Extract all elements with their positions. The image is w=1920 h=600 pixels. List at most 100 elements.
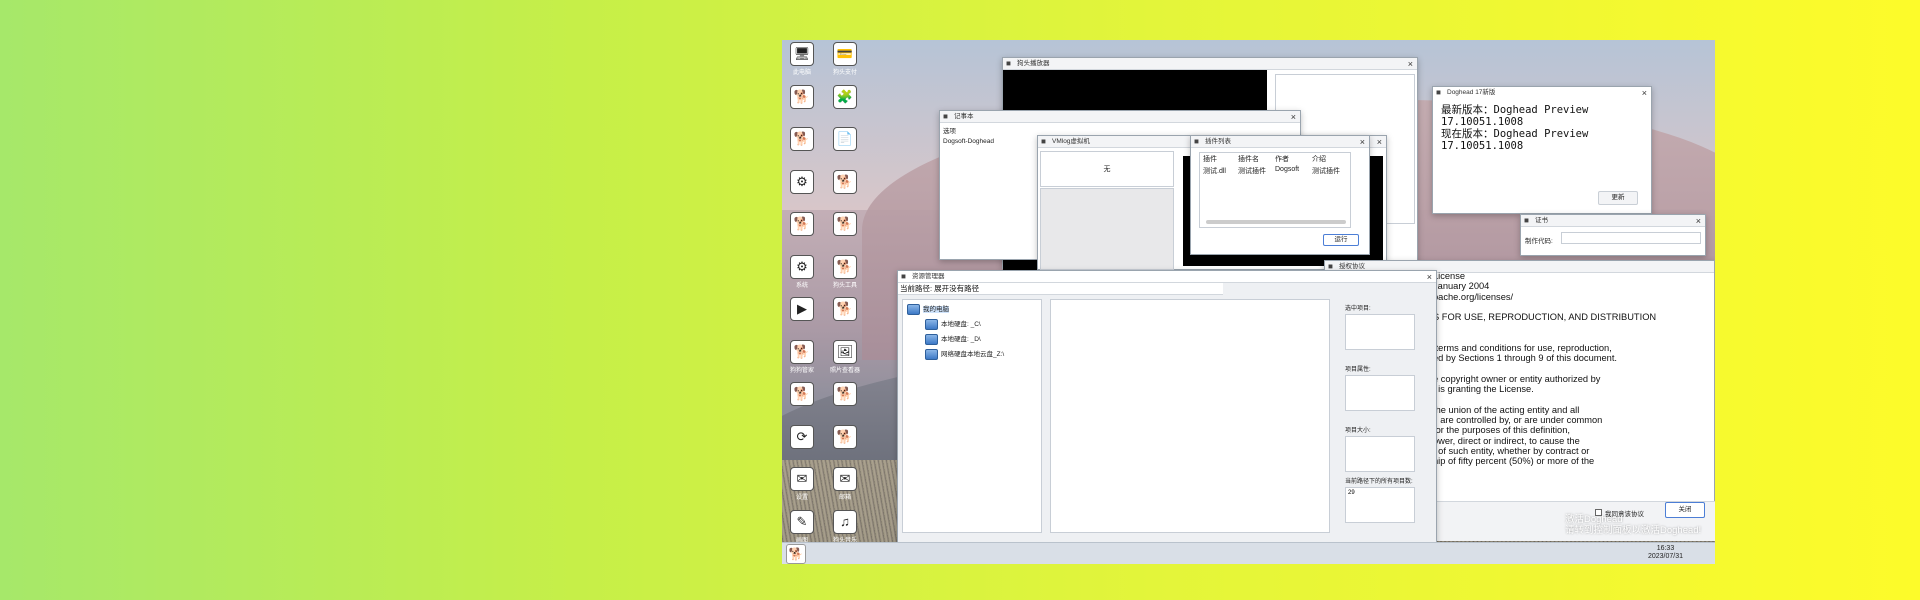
eula-line: License	[1433, 271, 1466, 281]
title-bar[interactable]: 记事本 ×	[940, 111, 1300, 123]
desktop-icon[interactable]: 📄	[826, 127, 864, 152]
count-label: 当前路径下的所有项目数:	[1345, 479, 1413, 485]
start-button[interactable]: 🐕	[786, 544, 806, 564]
desktop-screen: 🖥 此电脑 💳 狗头支付 🐕 🧩 🐕 📄 ⚙ 🐕 🐕 🐕 ⚙ 系统 🐕 狗头工具 ▶ 🐕 🐕 狗狗管家 🖼 照片查看器 🐕 🐕…	[782, 40, 1715, 564]
col-header[interactable]: 作者	[1275, 154, 1312, 164]
latest-version-label: 最新版本：Doghead Preview	[1441, 104, 1589, 116]
desktop-icon[interactable]: 🖼 照片查看器	[826, 339, 864, 374]
eula-line: l, are controlled by, or are under commo…	[1433, 415, 1603, 426]
plugins-table[interactable]: 插件 插件名 作者 介绍 测试.dll 测试插件 Dogsoft 测试插件	[1199, 152, 1351, 228]
tree-item[interactable]: 本地硬盘: _C\	[925, 317, 1037, 332]
close-icon[interactable]: ×	[1377, 136, 1382, 148]
update-button[interactable]: 更新	[1598, 191, 1638, 205]
desktop-icon-label: 照片查看器	[829, 367, 860, 374]
app-icon: 🐕	[833, 212, 857, 236]
col-header[interactable]: 介绍	[1312, 154, 1347, 164]
title-bar[interactable]: 插件列表 ×	[1191, 136, 1369, 148]
tree-item[interactable]: 本地硬盘: _D\	[925, 332, 1037, 347]
col-header[interactable]: 插件名	[1238, 154, 1275, 164]
desktop-icon[interactable]: 🐕	[826, 297, 864, 322]
tree-item-label: 网络硬盘本地云盘_Z:\	[941, 351, 1005, 358]
app-icon: 🐕	[790, 127, 814, 151]
close-icon[interactable]: ×	[1427, 271, 1432, 283]
close-icon[interactable]: ×	[1642, 87, 1647, 99]
activation-watermark: 激活Doghead 请转到控制面板以激活Doghead!	[1565, 514, 1701, 536]
run-button[interactable]: 运行	[1323, 234, 1359, 246]
current-path: 当前路径: 展开没有路径	[900, 284, 980, 293]
desktop-icon-label: 系统	[795, 282, 808, 289]
app-icon: ▶	[790, 297, 814, 321]
tree-item[interactable]: 网络硬盘本地云盘_Z:\	[925, 347, 1037, 362]
col-header[interactable]: 插件	[1203, 154, 1238, 164]
desktop-icon[interactable]: ⟳	[783, 424, 821, 450]
eula-text[interactable]: License January 2004 pache.org/licenses/S …	[1433, 271, 1656, 467]
desktop-icon[interactable]: 🐕	[783, 84, 821, 110]
desktop-icon[interactable]: 💳 狗头支付	[826, 42, 864, 76]
title-bar[interactable]: 狗头播放器 ×	[1003, 58, 1417, 70]
latest-version: 17.10051.1008	[1441, 116, 1524, 128]
eula-line: January 2004	[1433, 281, 1490, 292]
eula-line	[1433, 395, 1656, 405]
size-box	[1345, 436, 1415, 472]
desktop-icon[interactable]: 🧩	[826, 84, 864, 110]
close-icon[interactable]: ×	[1408, 58, 1413, 70]
content-pane[interactable]	[1050, 299, 1330, 533]
close-icon[interactable]: ×	[1360, 136, 1365, 148]
desktop-icon[interactable]: 🐕	[783, 212, 821, 237]
window-title: 证书	[1535, 217, 1548, 224]
drive-icon	[925, 334, 938, 345]
key-input[interactable]	[1561, 232, 1701, 244]
window-title: 插件列表	[1205, 138, 1231, 145]
desktop-icon[interactable]: 🐕	[826, 212, 864, 237]
desktop-icon[interactable]: 🐕 狗头工具	[826, 254, 864, 289]
desktop-icon[interactable]: ⚙	[783, 169, 821, 195]
desktop-icon[interactable]: ⚙ 系统	[783, 254, 821, 289]
desktop-icon[interactable]: 🐕	[783, 382, 821, 407]
folder-tree[interactable]: 我的电脑 本地硬盘: _C\ 本地硬盘: _D\ 网络硬盘本地云盘_Z:\	[907, 302, 1037, 362]
clock-date: 2023/07/31	[1647, 553, 1683, 560]
desktop-icon[interactable]: ♫ 狗头音乐	[826, 509, 864, 544]
info-pane: 选中项目: 项目属性: 项目大小: 当前路径下的所有项目数: 29	[1343, 299, 1428, 539]
license-key-window[interactable]: 证书 × 制作代码:	[1520, 214, 1706, 256]
window-title: VMlog虚拟机	[1052, 138, 1090, 145]
close-icon[interactable]: ×	[1291, 111, 1296, 123]
eula-line: S FOR USE, REPRODUCTION, AND DISTRIBUTIO…	[1433, 312, 1657, 323]
app-icon: ✉	[833, 467, 857, 491]
app-icon: ✉	[790, 467, 814, 491]
desktop-icon[interactable]: ✉ 设置	[783, 467, 821, 501]
eula-line: t is granting the License.	[1433, 384, 1534, 395]
updater-window[interactable]: Doghead 17新版 × 最新版本：Doghead Preview 17.10…	[1432, 86, 1652, 214]
clock[interactable]: 16:33 2023/07/31	[1648, 545, 1683, 561]
desktop-icon[interactable]: ▶	[783, 297, 821, 322]
activation-line-1: 激活Doghead	[1565, 514, 1623, 525]
clock-time: 16:33	[1656, 545, 1675, 552]
file-manager-window[interactable]: 资源管理器 × 当前路径: 展开没有路径 我的电脑本地硬盘: _C\ 本地硬盘: _…	[897, 270, 1437, 554]
selected-box	[1345, 314, 1415, 350]
eula-line: hip of fifty percent (50%) or more of th…	[1433, 456, 1595, 467]
title-bar[interactable]: Doghead 17新版 ×	[1433, 87, 1651, 99]
eula-line	[1433, 333, 1656, 343]
app-icon: 🐕	[833, 382, 857, 406]
tree-pane[interactable]: 我的电脑 本地硬盘: _C\ 本地硬盘: _D\ 网络硬盘本地云盘_Z:\	[902, 299, 1042, 533]
close-icon[interactable]: ×	[1696, 215, 1701, 227]
desktop-icon[interactable]: 🐕	[826, 169, 864, 195]
eula-line: for the purposes of this definition,	[1433, 425, 1570, 436]
key-field-label: 制作代码:	[1525, 238, 1553, 245]
vmlog-status-box: 无	[1040, 151, 1174, 187]
horizontal-scrollbar[interactable]	[1206, 220, 1346, 224]
desktop-icon[interactable]: 🐕	[826, 424, 864, 450]
desktop-icon[interactable]: 🐕 狗狗管家	[783, 339, 821, 374]
desktop-icon[interactable]: ✉ 邮箱	[826, 467, 864, 501]
desktop-icon[interactable]: 🐕	[783, 127, 821, 152]
plugins-window[interactable]: 插件列表 × 插件 插件名 作者 介绍 测试.dll 测试插件 Dogsoft 测…	[1190, 135, 1370, 255]
desktop-icon[interactable]: 🖥 此电脑	[783, 42, 821, 76]
title-bar[interactable]: 证书 ×	[1521, 215, 1705, 227]
table-row[interactable]: 测试.dll 测试插件 Dogsoft 测试插件	[1200, 165, 1350, 177]
app-icon: ⚙	[790, 254, 814, 279]
title-bar[interactable]: 资源管理器 ×	[898, 271, 1436, 283]
selected-label: 选中项目:	[1345, 306, 1371, 312]
tree-item[interactable]: 我的电脑	[907, 302, 1037, 317]
app-icon: 🐕	[833, 169, 857, 194]
desktop-icon[interactable]: ✎ 画图	[783, 509, 821, 544]
desktop-icon[interactable]: 🐕	[826, 382, 864, 407]
